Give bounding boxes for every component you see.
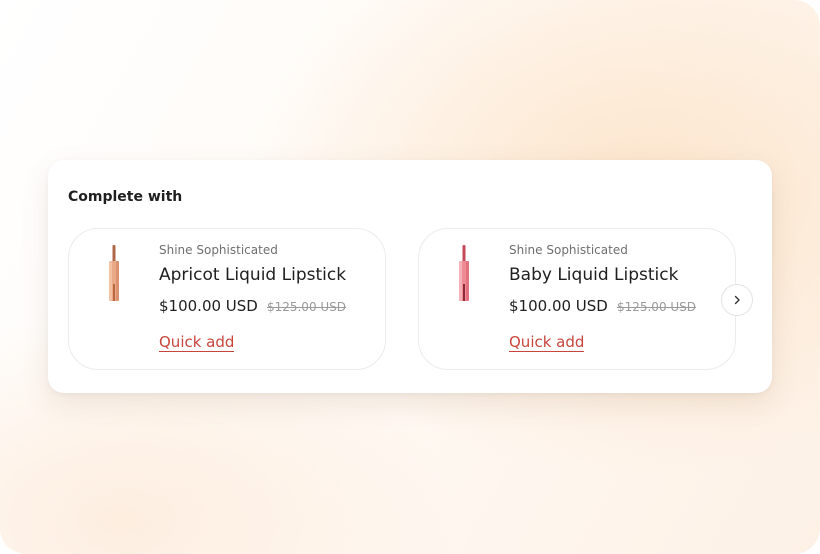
quick-add-button[interactable]: Quick add xyxy=(509,334,585,352)
section-title: Complete with xyxy=(68,189,183,205)
lipstick-image xyxy=(459,245,469,301)
compare-at-price: $125.00 USD xyxy=(616,300,697,314)
compare-at-price: $125.00 USD xyxy=(266,300,347,314)
product-card-apricot: Shine Sophisticated Apricot Liquid Lipst… xyxy=(68,228,386,370)
price-row: $100.00 USD $125.00 USD xyxy=(159,296,346,315)
price-row: $100.00 USD $125.00 USD xyxy=(509,296,696,315)
quick-add-button[interactable]: Quick add xyxy=(159,334,235,352)
sale-price: $100.00 USD xyxy=(509,297,608,315)
product-title[interactable]: Apricot Liquid Lipstick xyxy=(159,265,346,285)
product-vendor: Shine Sophisticated xyxy=(159,243,278,257)
product-card-baby: Shine Sophisticated Baby Liquid Lipstick… xyxy=(418,228,736,370)
page-background: Complete with Shine Sophisticated Aprico… xyxy=(0,0,820,554)
chevron-right-icon xyxy=(734,295,740,305)
sale-price: $100.00 USD xyxy=(159,297,258,315)
complete-with-panel: Complete with Shine Sophisticated Aprico… xyxy=(48,160,772,393)
product-title[interactable]: Baby Liquid Lipstick xyxy=(509,265,678,285)
carousel-next-button[interactable] xyxy=(721,284,753,316)
lipstick-image xyxy=(109,245,119,301)
product-vendor: Shine Sophisticated xyxy=(509,243,628,257)
